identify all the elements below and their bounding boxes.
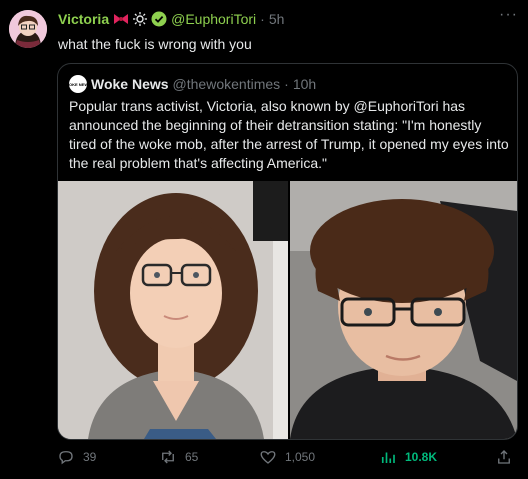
reply-button[interactable]: 39 (57, 448, 96, 466)
views-count: 10.8K (405, 450, 438, 464)
woke-news-logo[interactable]: WOKE NEWS (65, 75, 91, 93)
quote-separator-dot: · (284, 76, 289, 92)
sun-icon (133, 12, 148, 26)
quoted-tweet[interactable]: WOKE NEWS Woke News @thewokentimes · 10h… (57, 63, 518, 440)
quote-author-handle[interactable]: @thewokentimes (173, 76, 281, 92)
author-avatar[interactable] (9, 10, 47, 48)
like-count: 1,050 (285, 450, 316, 464)
views-button[interactable]: 10.8K (379, 448, 437, 466)
author-name[interactable]: Victoria (58, 11, 109, 27)
separator-dot: · (260, 11, 265, 27)
quote-text: Popular trans activist, Victoria, also k… (69, 98, 509, 171)
verified-badge-icon (151, 11, 167, 27)
quote-media (58, 181, 517, 439)
author-handle[interactable]: @EuphoriTori (171, 11, 256, 27)
analytics-icon (381, 452, 395, 463)
quote-time[interactable]: 10h (293, 76, 316, 92)
share-icon (498, 450, 510, 464)
tweet-actions: 39 65 1,050 10.8K (57, 448, 518, 470)
quote-author-name[interactable]: Woke News (91, 76, 169, 92)
repost-count: 65 (185, 450, 199, 464)
avatar-illustration (9, 10, 47, 48)
quote-header: WOKE NEWS Woke News @thewokentimes · 10h (65, 75, 316, 93)
like-button[interactable]: 1,050 (259, 448, 315, 466)
tweet-text: what the fuck is wrong with you (58, 36, 252, 52)
portrait-right-image (290, 181, 517, 439)
bow-icon (113, 13, 129, 25)
reply-icon (59, 451, 73, 465)
heart-icon (260, 451, 276, 464)
portrait-left-image (58, 181, 288, 439)
repost-icon (162, 450, 174, 464)
photo-left[interactable] (58, 181, 288, 439)
tweet-header: Victoria @EuphoriTori · 5h (58, 11, 284, 27)
repost-button[interactable]: 65 (159, 448, 198, 466)
more-options-icon[interactable]: ··· (499, 6, 518, 24)
share-button[interactable] (495, 448, 513, 466)
photo-right[interactable] (290, 181, 517, 439)
tweet-time[interactable]: 5h (269, 11, 285, 27)
reply-count: 39 (83, 450, 97, 464)
